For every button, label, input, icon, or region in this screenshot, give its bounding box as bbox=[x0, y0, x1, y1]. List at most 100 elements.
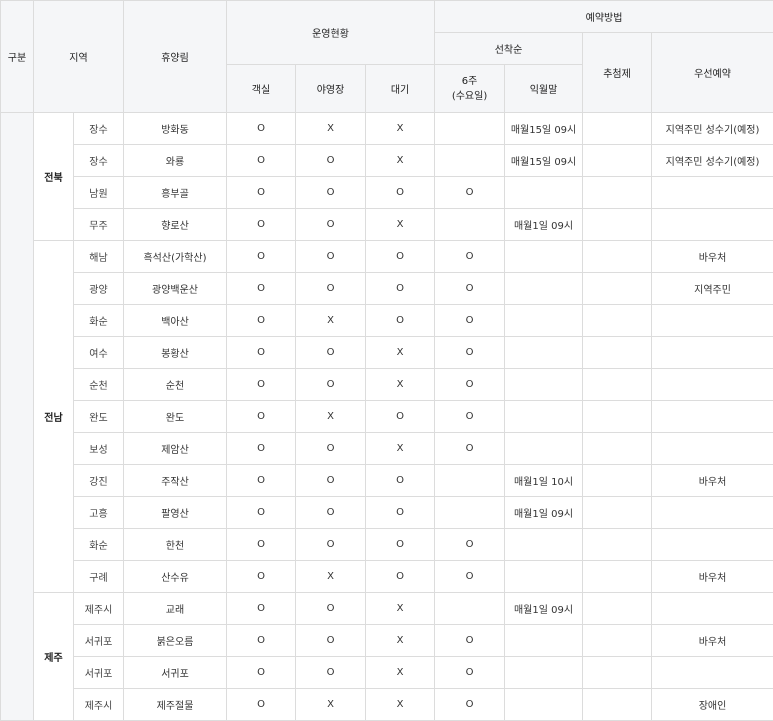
lottery-cell bbox=[583, 561, 652, 593]
next-cell bbox=[505, 561, 583, 593]
forest-cell: 방화동 bbox=[124, 113, 227, 145]
room-cell: O bbox=[227, 241, 296, 273]
table-row: 여수봉황산OOXO bbox=[1, 337, 773, 369]
header-region: 지역 bbox=[34, 1, 124, 113]
room-cell: O bbox=[227, 177, 296, 209]
forest-reservation-table: 구분 지역 휴양림 운영현황 예약방법 선착순 추첨제 우선예약 객실 야영장 … bbox=[0, 0, 773, 721]
room-cell: O bbox=[227, 529, 296, 561]
camp-cell: O bbox=[296, 209, 366, 241]
room-cell: O bbox=[227, 657, 296, 689]
camp-cell: X bbox=[296, 113, 366, 145]
next-cell bbox=[505, 273, 583, 305]
next-cell: 매월15일 09시 bbox=[505, 145, 583, 177]
table-row: 서귀포붉은오름OOXO바우처 bbox=[1, 625, 773, 657]
priority-cell: 장애인 bbox=[652, 689, 773, 721]
header-room: 객실 bbox=[227, 65, 296, 113]
room-cell: O bbox=[227, 273, 296, 305]
lottery-cell bbox=[583, 401, 652, 433]
gubun-cell bbox=[1, 113, 34, 721]
city-cell: 제주시 bbox=[74, 689, 124, 721]
next-cell: 매월1일 09시 bbox=[505, 209, 583, 241]
camp-cell: X bbox=[296, 689, 366, 721]
next-cell: 매월1일 10시 bbox=[505, 465, 583, 497]
wait-cell: O bbox=[366, 497, 435, 529]
next-cell bbox=[505, 369, 583, 401]
priority-cell: 지역주민 bbox=[652, 273, 773, 305]
room-cell: O bbox=[227, 465, 296, 497]
room-cell: O bbox=[227, 433, 296, 465]
priority-cell bbox=[652, 369, 773, 401]
camp-cell: X bbox=[296, 561, 366, 593]
city-cell: 구례 bbox=[74, 561, 124, 593]
table-row: 서귀포서귀포OOXO bbox=[1, 657, 773, 689]
table-row: 순천순천OOXO bbox=[1, 369, 773, 401]
priority-cell bbox=[652, 401, 773, 433]
room-cell: O bbox=[227, 593, 296, 625]
city-cell: 광양 bbox=[74, 273, 124, 305]
camp-cell: O bbox=[296, 497, 366, 529]
lottery-cell bbox=[583, 497, 652, 529]
camp-cell: O bbox=[296, 241, 366, 273]
priority-cell bbox=[652, 337, 773, 369]
table-row: 광양광양백운산OOOO지역주민 bbox=[1, 273, 773, 305]
camp-cell: O bbox=[296, 273, 366, 305]
forest-cell: 순천 bbox=[124, 369, 227, 401]
next-cell: 매월1일 09시 bbox=[505, 497, 583, 529]
forest-cell: 향로산 bbox=[124, 209, 227, 241]
next-cell bbox=[505, 529, 583, 561]
next-cell: 매월15일 09시 bbox=[505, 113, 583, 145]
camp-cell: X bbox=[296, 401, 366, 433]
camp-cell: O bbox=[296, 433, 366, 465]
header-forest: 휴양림 bbox=[124, 1, 227, 113]
forest-cell: 와룡 bbox=[124, 145, 227, 177]
city-cell: 완도 bbox=[74, 401, 124, 433]
room-cell: O bbox=[227, 145, 296, 177]
room-cell: O bbox=[227, 401, 296, 433]
room-cell: O bbox=[227, 113, 296, 145]
next-cell: 매월1일 09시 bbox=[505, 593, 583, 625]
forest-cell: 흥부골 bbox=[124, 177, 227, 209]
lottery-cell bbox=[583, 305, 652, 337]
table-row: 구례산수유OXOO바우처 bbox=[1, 561, 773, 593]
table-row: 제주제주시교래OOX매월1일 09시 bbox=[1, 593, 773, 625]
forest-cell: 봉황산 bbox=[124, 337, 227, 369]
lottery-cell bbox=[583, 209, 652, 241]
wait-cell: O bbox=[366, 273, 435, 305]
camp-cell: O bbox=[296, 337, 366, 369]
six-cell: O bbox=[435, 433, 505, 465]
lottery-cell bbox=[583, 465, 652, 497]
city-cell: 여수 bbox=[74, 337, 124, 369]
six-cell: O bbox=[435, 305, 505, 337]
table-row: 보성제암산OOXO bbox=[1, 433, 773, 465]
table-row: 완도완도OXOO bbox=[1, 401, 773, 433]
table-row: 화순백아산OXOO bbox=[1, 305, 773, 337]
wait-cell: X bbox=[366, 113, 435, 145]
city-cell: 보성 bbox=[74, 433, 124, 465]
priority-cell bbox=[652, 657, 773, 689]
lottery-cell bbox=[583, 241, 652, 273]
header-first-come: 선착순 bbox=[435, 33, 583, 65]
table-row: 전남해남흑석산(가학산)OOOO바우처 bbox=[1, 241, 773, 273]
header-six-weeks: 6주 (수요일) bbox=[435, 65, 505, 113]
room-cell: O bbox=[227, 209, 296, 241]
forest-cell: 서귀포 bbox=[124, 657, 227, 689]
six-cell: O bbox=[435, 369, 505, 401]
table-header: 구분 지역 휴양림 운영현황 예약방법 선착순 추첨제 우선예약 객실 야영장 … bbox=[1, 1, 773, 113]
next-cell bbox=[505, 177, 583, 209]
city-cell: 제주시 bbox=[74, 593, 124, 625]
wait-cell: X bbox=[366, 369, 435, 401]
city-cell: 강진 bbox=[74, 465, 124, 497]
priority-cell: 바우처 bbox=[652, 241, 773, 273]
table-row: 남원흥부골OOOO bbox=[1, 177, 773, 209]
forest-cell: 광양백운산 bbox=[124, 273, 227, 305]
six-cell bbox=[435, 497, 505, 529]
six-cell: O bbox=[435, 561, 505, 593]
camp-cell: O bbox=[296, 177, 366, 209]
table-row: 고흥팔영산OOO매월1일 09시 bbox=[1, 497, 773, 529]
city-cell: 장수 bbox=[74, 145, 124, 177]
header-reservation: 예약방법 bbox=[435, 1, 773, 33]
wait-cell: X bbox=[366, 433, 435, 465]
six-cell: O bbox=[435, 241, 505, 273]
priority-cell bbox=[652, 433, 773, 465]
forest-cell: 산수유 bbox=[124, 561, 227, 593]
